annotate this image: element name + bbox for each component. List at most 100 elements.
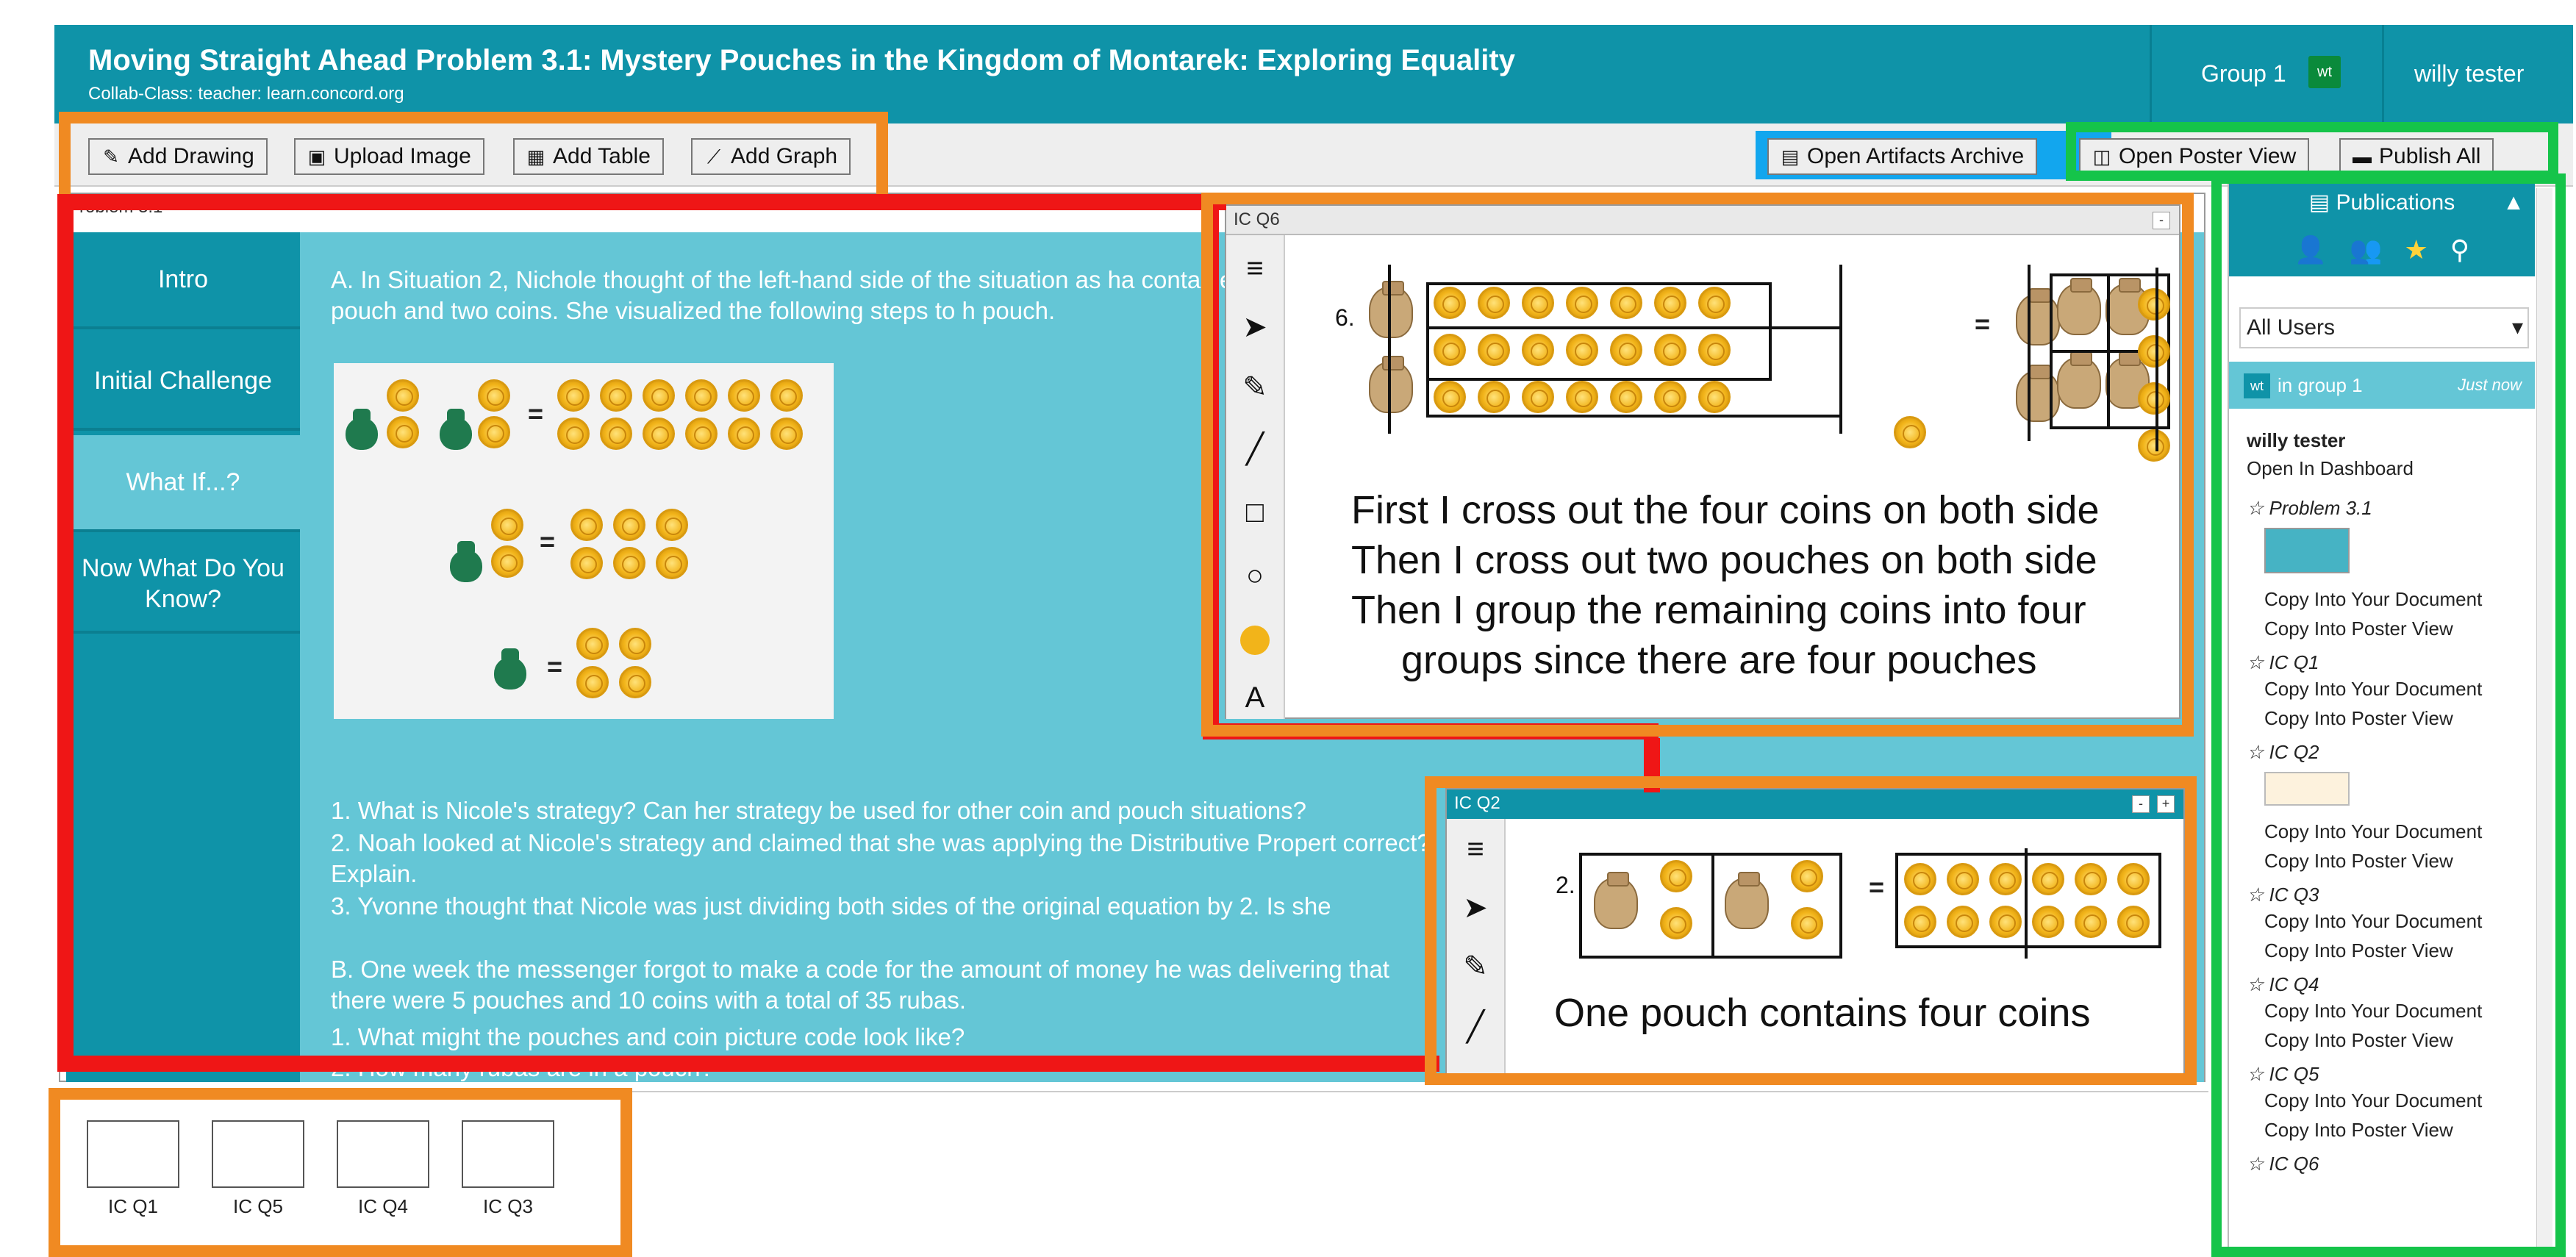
add-table-button[interactable]: ▦ Add Table <box>513 138 664 175</box>
drawing-toolbar: ≡ ➤ ✎ ╱ <box>1447 819 1506 1075</box>
publication-title[interactable]: ☆ Problem 3.1 <box>2247 497 2372 520</box>
coin-icon <box>1947 863 1979 895</box>
publications-header[interactable]: ▤ Publications ▲ <box>2229 182 2535 223</box>
tray-thumbnail[interactable] <box>87 1120 179 1188</box>
copy-into-document-link[interactable]: Copy Into Your Document <box>2264 1000 2482 1023</box>
publication-title[interactable]: ☆ IC Q3 <box>2247 884 2319 906</box>
open-dashboard-link[interactable]: Open In Dashboard <box>2247 457 2414 480</box>
star-icon[interactable]: ★ <box>2405 234 2428 265</box>
publication-title[interactable]: ☆ IC Q2 <box>2247 741 2319 764</box>
line-icon[interactable]: ╱ <box>1454 1006 1497 1048</box>
open-poster-view-button[interactable]: ◫ Open Poster View <box>2079 138 2310 175</box>
minimize-button[interactable]: - <box>2132 795 2150 813</box>
copy-into-poster-link[interactable]: Copy Into Poster View <box>2264 1119 2453 1142</box>
copy-into-document-link[interactable]: Copy Into Your Document <box>2264 910 2482 933</box>
publication-thumbnail[interactable] <box>2264 772 2350 806</box>
publication-thumbnail[interactable] <box>2264 528 2350 573</box>
search-icon[interactable]: ⚲ <box>2450 234 2469 265</box>
cross-line <box>2025 848 2028 959</box>
select-icon[interactable]: ➤ <box>1454 887 1497 929</box>
grouping-box <box>1426 326 1842 418</box>
tray-label: IC Q1 <box>108 1195 158 1217</box>
menu-icon[interactable]: ≡ <box>1454 828 1497 870</box>
coin-icon <box>600 379 632 412</box>
select-icon[interactable]: ➤ <box>1234 306 1276 348</box>
tray-thumbnail[interactable] <box>337 1120 429 1188</box>
copy-into-document-link[interactable]: Copy Into Your Document <box>2264 1089 2482 1112</box>
maximize-button[interactable]: + <box>2157 795 2175 813</box>
coin-icon <box>557 418 590 450</box>
tab-intro[interactable]: Intro <box>66 232 300 329</box>
publication-title[interactable]: ☆ IC Q1 <box>2247 651 2319 674</box>
publish-all-button[interactable]: ▬ Publish All <box>2339 138 2494 175</box>
copy-into-document-link[interactable]: Copy Into Your Document <box>2264 820 2482 843</box>
coin-icon <box>576 666 609 698</box>
window-title[interactable]: IC Q6 <box>1226 206 2179 235</box>
rectangle-icon[interactable]: □ <box>1234 491 1276 534</box>
user-filter-select[interactable]: All Users ▾ <box>2239 307 2529 348</box>
window-title[interactable]: IC Q2 <box>1447 789 2183 819</box>
artifact-window-q6[interactable]: IC Q6 - ≡ ➤ ✎ ╱ □ ○ A 6. First I cross o… <box>1225 204 2180 719</box>
tray-thumbnail[interactable] <box>462 1120 554 1188</box>
sidebar-scrollbar[interactable] <box>2536 188 2552 1257</box>
tray-thumbnail[interactable] <box>212 1120 304 1188</box>
tab-initial-challenge[interactable]: Initial Challenge <box>66 334 300 431</box>
question-a2: 2. Noah looked at Nicole's strategy and … <box>331 829 1431 887</box>
stamp-icon[interactable] <box>1234 617 1276 660</box>
publication-title[interactable]: ☆ IC Q4 <box>2247 973 2319 996</box>
coin-icon <box>1894 416 1926 448</box>
group-label[interactable]: Group 1 <box>2201 60 2286 87</box>
menu-icon[interactable]: ≡ <box>1234 247 1276 290</box>
copy-into-poster-link[interactable]: Copy Into Poster View <box>2264 707 2453 730</box>
coin-icon <box>491 545 523 578</box>
copy-into-poster-link[interactable]: Copy Into Poster View <box>2264 939 2453 962</box>
artifact-window-q2[interactable]: IC Q2 - + ≡ ➤ ✎ ╱ 2. One pouch contains … <box>1445 788 2185 1075</box>
coin-icon <box>770 379 803 412</box>
coin-icon <box>2138 335 2170 368</box>
user-name[interactable]: willy tester <box>2414 60 2524 87</box>
copy-into-poster-link[interactable]: Copy Into Poster View <box>2264 850 2453 873</box>
circle-icon[interactable]: ○ <box>1234 554 1276 597</box>
publisher-name: willy tester <box>2247 429 2346 451</box>
minimize-button[interactable]: - <box>2153 212 2170 229</box>
pouch-icon <box>1369 356 1413 413</box>
question-b2: 2. How many rubas are in a pouch? <box>331 1054 714 1081</box>
pencil-icon[interactable]: ✎ <box>1234 366 1276 409</box>
question-b1: 1. What might the pouches and coin pictu… <box>331 1023 965 1050</box>
copy-into-document-link[interactable]: Copy Into Your Document <box>2264 588 2482 611</box>
tab-what-if[interactable]: What If...? <box>66 435 300 532</box>
page-title: Moving Straight Ahead Problem 3.1: Myste… <box>88 44 1515 76</box>
group-row[interactable]: wt in group 1 Just now <box>2229 362 2535 409</box>
open-artifacts-archive-button[interactable]: ▤ Open Artifacts Archive <box>1767 138 2038 175</box>
user-icon[interactable]: 👤 <box>2294 234 2328 265</box>
copy-into-poster-link[interactable]: Copy Into Poster View <box>2264 617 2453 640</box>
add-drawing-button[interactable]: ✎ Add Drawing <box>88 138 268 175</box>
publication-title[interactable]: ☆ IC Q6 <box>2247 1153 2319 1175</box>
chevron-down-icon: ▾ <box>2511 315 2523 340</box>
pencil-icon[interactable]: ✎ <box>1454 945 1497 988</box>
coin-icon <box>1904 906 1936 938</box>
copy-into-document-link[interactable]: Copy Into Your Document <box>2264 678 2482 701</box>
coin-icon <box>1989 863 2022 895</box>
group-icon[interactable]: 👥 <box>2350 234 2383 265</box>
tray-label: IC Q3 <box>483 1195 533 1217</box>
copy-into-poster-link[interactable]: Copy Into Poster View <box>2264 1029 2453 1052</box>
tab-now-what[interactable]: Now What Do You Know? <box>66 537 300 634</box>
text-icon[interactable]: A <box>1234 676 1276 719</box>
coin-icon <box>2075 906 2107 938</box>
coin-icon <box>619 666 651 698</box>
problem-number: 6. <box>1335 304 1355 331</box>
publication-title[interactable]: ☆ IC Q5 <box>2247 1063 2319 1086</box>
coin-icon <box>2032 863 2064 895</box>
add-graph-button[interactable]: ⟋ Add Graph <box>691 138 851 175</box>
toolbar: ✎ Add Drawing ▣ Upload Image ▦ Add Table ⟋ A… <box>54 123 2573 187</box>
publications-icon: ▤ <box>2308 190 2336 215</box>
upload-image-button[interactable]: ▣ Upload Image <box>294 138 484 175</box>
cross-line <box>2155 268 2158 451</box>
collapse-icon[interactable]: ▲ <box>2502 182 2525 223</box>
coin-icon <box>656 547 688 579</box>
cross-line <box>1711 853 1714 959</box>
line-icon[interactable]: ╱ <box>1234 428 1276 470</box>
problem-number: 2. <box>1556 872 1575 898</box>
coin-icon <box>557 379 590 412</box>
